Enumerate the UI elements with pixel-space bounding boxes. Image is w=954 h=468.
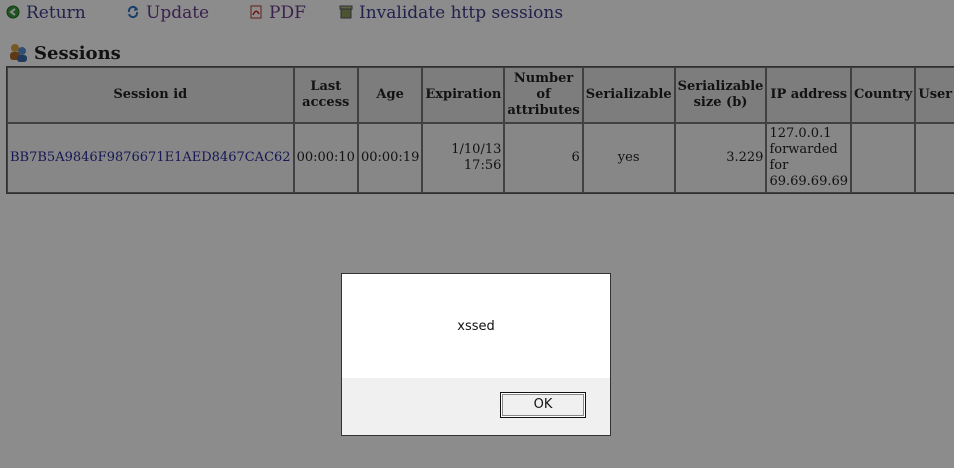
alert-message: xssed <box>457 319 495 334</box>
alert-dialog: xssed OK <box>341 273 611 436</box>
ok-button[interactable]: OK <box>500 392 586 418</box>
alert-body: xssed <box>342 274 610 378</box>
